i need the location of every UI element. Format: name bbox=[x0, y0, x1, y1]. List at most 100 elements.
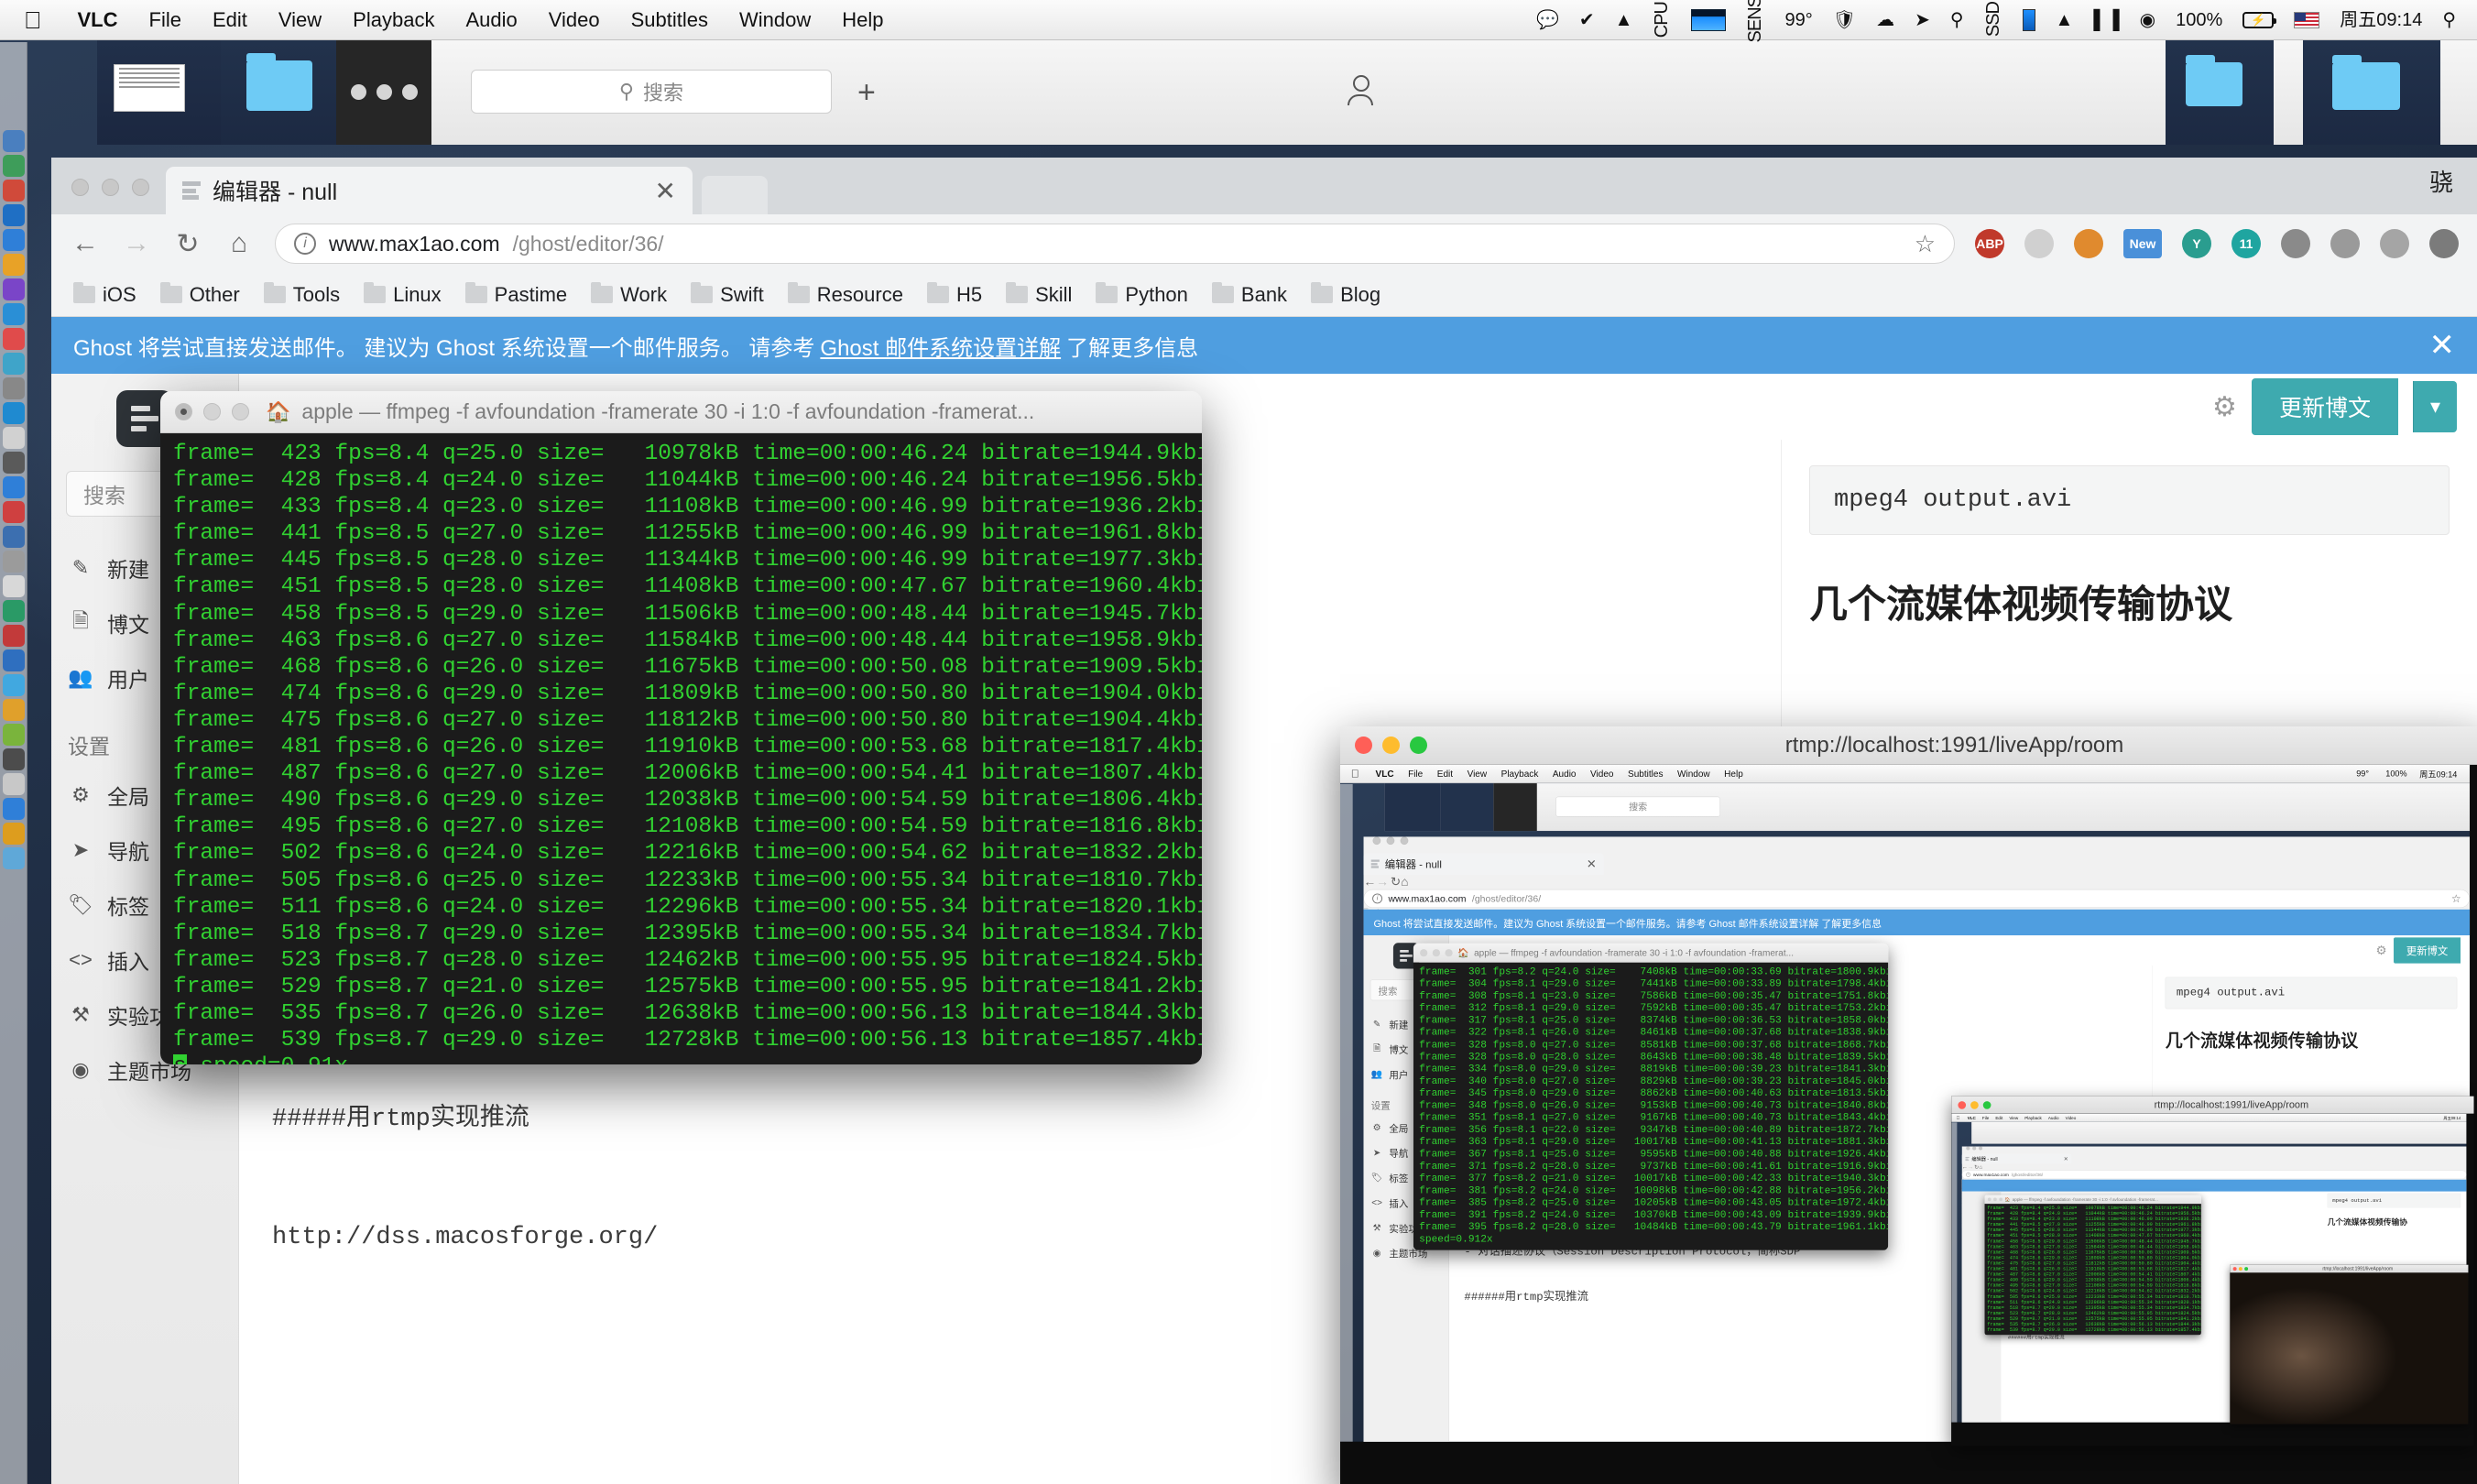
zoom-button[interactable] bbox=[232, 403, 249, 420]
cloud-icon[interactable]: ☁ bbox=[1868, 11, 1903, 29]
dock-item-23[interactable] bbox=[2, 699, 25, 721]
dock-item-16[interactable] bbox=[2, 526, 25, 548]
bookmark-work[interactable]: Work bbox=[591, 282, 667, 307]
dock-item-18[interactable] bbox=[2, 575, 25, 597]
dock-item-3[interactable] bbox=[2, 204, 25, 226]
dock-item-28[interactable] bbox=[2, 823, 25, 845]
settings-gear-icon[interactable]: ⚙ bbox=[2212, 391, 2237, 423]
dock-item-17[interactable] bbox=[2, 551, 25, 573]
memory-gauge-icon[interactable] bbox=[2014, 8, 2044, 31]
grey-extension-icon[interactable] bbox=[2024, 229, 2054, 258]
dock-item-4[interactable] bbox=[2, 229, 25, 251]
dock-item-1[interactable] bbox=[2, 155, 25, 177]
bookmark-pastime[interactable]: Pastime bbox=[464, 282, 567, 307]
background-dark-window[interactable] bbox=[336, 40, 431, 145]
tab-strip[interactable]: 编辑器 - null ✕ 骁 bbox=[51, 158, 2477, 214]
close-button[interactable] bbox=[1355, 737, 1372, 754]
dock-item-26[interactable] bbox=[2, 773, 25, 795]
vlc-title-bar[interactable]: rtmp://localhost:1991/liveApp/room bbox=[1340, 726, 2477, 765]
dock-item-14[interactable] bbox=[2, 476, 25, 498]
browser-toolbar[interactable]: ← → ↻ ⌂ i www.max1ao.com /ghost/editor/3… bbox=[51, 214, 2477, 273]
bookmark-python[interactable]: Python bbox=[1096, 282, 1188, 307]
menu-item-audio[interactable]: Audio bbox=[450, 8, 532, 32]
back-arrow-icon[interactable]: ← bbox=[70, 228, 101, 259]
y-extension-icon[interactable]: Y bbox=[2182, 229, 2211, 258]
background-finder-window-3[interactable] bbox=[2303, 40, 2440, 145]
vlc-player-window[interactable]: rtmp://localhost:1991/liveApp/room  VLC… bbox=[1340, 726, 2477, 1484]
dock-item-8[interactable] bbox=[2, 328, 25, 350]
bookmark-ios[interactable]: iOS bbox=[73, 282, 136, 307]
dock-item-7[interactable] bbox=[2, 303, 25, 325]
close-tab-icon[interactable]: ✕ bbox=[655, 176, 676, 206]
bookmark-star-icon[interactable]: ☆ bbox=[1915, 230, 1936, 258]
address-bar[interactable]: i www.max1ao.com /ghost/editor/36/ ☆ bbox=[275, 224, 1955, 264]
spotlight-search-icon[interactable]: ⚲ bbox=[1942, 11, 1972, 29]
shield-icon[interactable]: 🛡 bbox=[1825, 11, 1864, 29]
menu-item-subtitles[interactable]: Subtitles bbox=[616, 8, 724, 32]
orange-extension-icon[interactable] bbox=[2074, 229, 2103, 258]
bookmark-bank[interactable]: Bank bbox=[1211, 282, 1287, 307]
new-extension-icon[interactable]: New bbox=[2123, 229, 2162, 258]
close-button[interactable] bbox=[175, 403, 192, 420]
dock-item-0[interactable] bbox=[2, 130, 25, 152]
bookmark-h5[interactable]: H5 bbox=[926, 282, 982, 307]
forward-arrow-icon[interactable]: → bbox=[121, 228, 152, 259]
dock-item-19[interactable] bbox=[2, 600, 25, 622]
dock-item-5[interactable] bbox=[2, 254, 25, 276]
menu-item-vlc[interactable]: VLC bbox=[62, 8, 134, 32]
clip-extension-icon[interactable] bbox=[2330, 229, 2360, 258]
dock-item-20[interactable] bbox=[2, 625, 25, 647]
abp-extension-icon[interactable]: ABP bbox=[1975, 229, 2004, 258]
grid-extension-icon[interactable] bbox=[2281, 229, 2310, 258]
minimize-button[interactable] bbox=[203, 403, 221, 420]
site-info-icon[interactable]: i bbox=[294, 233, 316, 255]
count-extension-icon[interactable]: 11 bbox=[2231, 229, 2261, 258]
publish-dropdown-caret[interactable]: ▾ bbox=[2412, 381, 2457, 432]
dock-item-11[interactable] bbox=[2, 402, 25, 424]
battery-charging-icon[interactable]: ⚡ bbox=[2234, 11, 2282, 28]
dock[interactable] bbox=[0, 42, 27, 1484]
dock-item-27[interactable] bbox=[2, 798, 25, 820]
temperature-label[interactable]: 99° bbox=[1776, 11, 1820, 29]
macos-menubar[interactable]:  VLC File Edit View Playback Audio Vide… bbox=[0, 0, 2477, 43]
menu-item-playback[interactable]: Playback bbox=[337, 8, 450, 32]
window-traffic-lights[interactable] bbox=[51, 179, 166, 214]
menu-item-file[interactable]: File bbox=[134, 8, 197, 32]
cpu-graph-icon[interactable] bbox=[1683, 8, 1734, 31]
bookmark-blog[interactable]: Blog bbox=[1311, 282, 1380, 307]
menu-item-help[interactable]: Help bbox=[826, 8, 899, 32]
new-tab-button[interactable]: + bbox=[857, 75, 876, 111]
publish-button[interactable]: 更新博文 bbox=[2251, 378, 2398, 435]
profile-name[interactable]: 骁 bbox=[2429, 164, 2477, 214]
dropbox-icon[interactable]: ▲ bbox=[1607, 11, 1642, 29]
dock-item-29[interactable] bbox=[2, 847, 25, 869]
bookmark-skill[interactable]: Skill bbox=[1006, 282, 1072, 307]
browser-tab[interactable]: 编辑器 - null ✕ bbox=[166, 167, 693, 214]
new-tab-slot[interactable] bbox=[702, 176, 768, 214]
dock-item-12[interactable] bbox=[2, 427, 25, 449]
background-finder-window-1[interactable] bbox=[221, 40, 336, 145]
bookmarks-bar[interactable]: iOS Other Tools Linux Pastime Work Swift… bbox=[51, 273, 2477, 317]
dock-item-24[interactable] bbox=[2, 724, 25, 746]
vlc-video-surface[interactable]:  VLC File Edit View Playback Audio Vide… bbox=[1340, 765, 2477, 1484]
bookmark-linux[interactable]: Linux bbox=[364, 282, 442, 307]
dock-item-9[interactable] bbox=[2, 353, 25, 375]
dock-item-6[interactable] bbox=[2, 278, 25, 300]
bookmark-swift[interactable]: Swift bbox=[691, 282, 764, 307]
menu-item-window[interactable]: Window bbox=[724, 8, 826, 32]
bookmark-tools[interactable]: Tools bbox=[263, 282, 340, 307]
minimize-button[interactable] bbox=[102, 179, 119, 196]
menu-item-video[interactable]: Video bbox=[533, 8, 616, 32]
battery-percent-label[interactable]: 100% bbox=[2167, 11, 2231, 29]
telegram-icon[interactable]: ➤ bbox=[1906, 11, 1938, 29]
background-search-field[interactable]: ⚲ 搜索 bbox=[471, 70, 832, 114]
background-finder-window-2[interactable] bbox=[2166, 40, 2274, 145]
background-document-window[interactable] bbox=[97, 40, 221, 145]
terminal-window[interactable]: 🏠 apple — ffmpeg -f avfoundation -framer… bbox=[160, 391, 1202, 1064]
person-icon[interactable] bbox=[1348, 75, 1375, 106]
menu-item-edit[interactable]: Edit bbox=[197, 8, 263, 32]
bookmark-other[interactable]: Other bbox=[159, 282, 240, 307]
reload-icon[interactable]: ↻ bbox=[172, 228, 203, 260]
close-button[interactable] bbox=[71, 179, 89, 196]
dock-item-21[interactable] bbox=[2, 649, 25, 671]
